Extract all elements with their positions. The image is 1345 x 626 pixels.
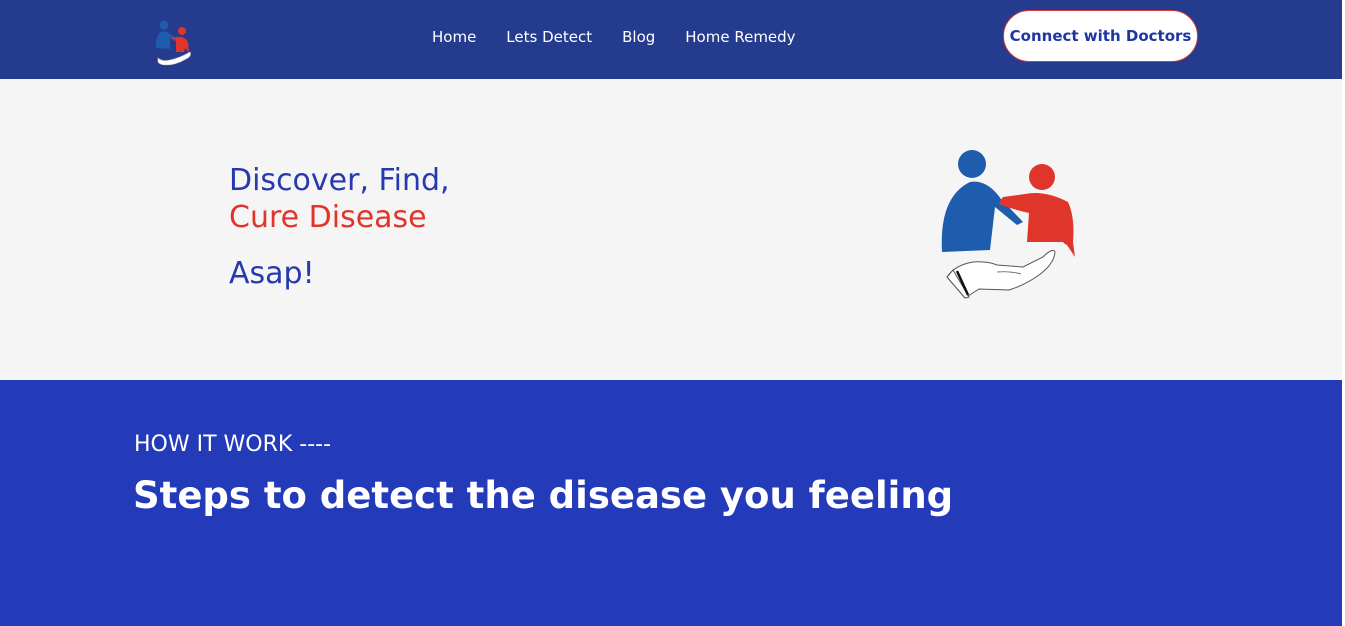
hero-headline-line-2: Cure Disease [229, 200, 427, 235]
hero-section: Discover, Find, Cure Disease Asap! [0, 79, 1342, 380]
top-navbar: Home Lets Detect Blog Home Remedy Connec… [0, 0, 1342, 79]
section-eyebrow: HOW IT WORK ---- [134, 432, 332, 457]
hero-headline-line-3: Asap! [229, 256, 315, 291]
nav-lets-detect[interactable]: Lets Detect [506, 27, 592, 47]
hero-headline-line-1: Discover, Find, [229, 163, 450, 198]
main-nav: Home Lets Detect Blog Home Remedy [432, 27, 826, 47]
how-it-works-section: HOW IT WORK ---- Steps to detect the dis… [0, 380, 1342, 626]
nav-home-remedy[interactable]: Home Remedy [685, 27, 795, 47]
logo-icon[interactable] [150, 18, 202, 70]
connect-with-doctors-button[interactable]: Connect with Doctors [1003, 10, 1198, 62]
nav-home[interactable]: Home [432, 27, 476, 47]
nav-blog[interactable]: Blog [622, 27, 655, 47]
caring-people-illustration-icon [935, 147, 1085, 302]
section-title: Steps to detect the disease you feeling [133, 474, 954, 517]
